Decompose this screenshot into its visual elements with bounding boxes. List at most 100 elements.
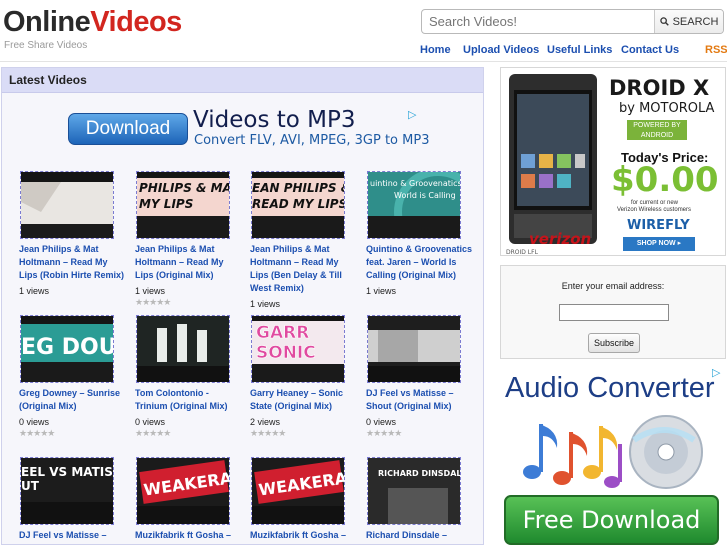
videos-to-mp3-ad[interactable]: Download Videos to MP3 Convert FLV, AVI,…: [68, 107, 429, 158]
subscribe-button[interactable]: Subscribe: [588, 333, 640, 353]
logo-part-online: Online: [3, 6, 91, 38]
video-title[interactable]: DJ Feel vs Matisse – Shout (Cosy Remix): [19, 529, 125, 544]
email-field[interactable]: [559, 304, 669, 321]
svg-text:SONIC: SONIC: [256, 343, 316, 363]
video-thumbnail[interactable]: EG DOU: [20, 315, 114, 383]
latest-videos-panel: Latest Videos Download Videos to MP3 Con…: [1, 67, 484, 545]
panel-heading: Latest Videos: [2, 68, 483, 93]
nav-rss[interactable]: RSS: [705, 44, 727, 56]
video-thumbnail[interactable]: WEAKERA: [136, 457, 230, 525]
site-logo[interactable]: OnlineVideos: [3, 6, 182, 39]
fine-print-1: for current or new: [631, 200, 679, 206]
site-header: OnlineVideos Free Share Videos SEARCH Ho…: [0, 0, 727, 62]
video-thumbnail[interactable]: EAN PHILIPS & READ MY LIPS: [251, 171, 345, 239]
video-title[interactable]: Garry Heaney – Sonic State (Original Mix…: [250, 387, 356, 413]
search-input[interactable]: [429, 14, 649, 29]
verizon-logo: verizon: [529, 230, 592, 248]
video-card[interactable]: PHILIPS & MAT MY LIPS Jean Philips & Mat …: [135, 171, 245, 308]
video-title[interactable]: Richard Dinsdale – Shake Her (Original M…: [366, 529, 472, 544]
video-title[interactable]: DJ Feel vs Matisse – Shout (Original Mix…: [366, 387, 472, 413]
email-label: Enter your email address:: [561, 281, 665, 291]
nav-upload-videos[interactable]: Upload Videos: [463, 44, 539, 56]
ad-title: Audio Converter: [505, 372, 715, 404]
fine-print-2: Verizon Wireless customers: [617, 207, 692, 213]
ad-model-label: DROID LFL: [506, 249, 539, 256]
nav-home[interactable]: Home: [420, 44, 451, 56]
svg-text:EG DOU: EG DOU: [21, 335, 114, 360]
video-thumbnail[interactable]: uintino & Groovenatics World is Calling: [367, 171, 461, 239]
video-card[interactable]: EG DOU Greg Downey – Sunrise (Original M…: [19, 315, 129, 439]
rating-stars[interactable]: ★★★★★: [135, 297, 245, 308]
video-card[interactable]: uintino & Groovenatics World is Calling Q…: [366, 171, 476, 296]
powered-badge: POWERED BY ANDROID: [627, 120, 687, 140]
svg-text:UT: UT: [21, 479, 40, 493]
svg-text:EEL VS MATISSE: EEL VS MATISSE: [21, 465, 114, 479]
video-thumbnail[interactable]: WEAKERA: [251, 457, 345, 525]
shop-now-button[interactable]: SHOP NOW ▸: [623, 237, 695, 251]
video-thumbnail[interactable]: [20, 171, 114, 239]
view-count: 0 views: [366, 417, 397, 427]
wirefly-logo: WIREFLY: [627, 218, 690, 233]
video-title[interactable]: Jean Philips & Mat Holtmann – Read My Li…: [250, 243, 356, 295]
rating-stars[interactable]: ★★★★★: [19, 428, 129, 439]
rating-stars[interactable]: ★★★★★: [366, 428, 476, 439]
video-card[interactable]: GARR SONIC Garry Heaney – Sonic State (Or…: [250, 315, 360, 439]
ad-brand: DROID X: [609, 76, 710, 100]
nav-useful-links[interactable]: Useful Links: [547, 44, 612, 56]
svg-text:GARR: GARR: [256, 323, 309, 343]
rating-stars[interactable]: ★★★★★: [250, 428, 360, 439]
video-title[interactable]: Muzikfabrik ft Gosha – Volt (Dub Mix): [250, 529, 356, 544]
video-thumbnail[interactable]: EEL VS MATISSEUT: [20, 457, 114, 525]
video-card[interactable]: WEAKERA Muzikfabrik ft Gosha – Volt (Ori…: [135, 457, 245, 544]
adchoices-icon[interactable]: ▷: [408, 108, 416, 121]
video-title[interactable]: Greg Downey – Sunrise (Original Mix): [19, 387, 125, 413]
video-card[interactable]: EEL VS MATISSEUT DJ Feel vs Matisse – Sh…: [19, 457, 129, 544]
video-title[interactable]: Muzikfabrik ft Gosha – Volt (Original Mi…: [135, 529, 241, 544]
search-button-label: SEARCH: [672, 15, 719, 28]
svg-text:PHILIPS & MAT: PHILIPS & MAT: [139, 181, 230, 195]
video-card[interactable]: Tom Colontonio - Trinium (Original Mix) …: [135, 315, 245, 439]
video-card[interactable]: Jean Philips & Mat Holtmann – Read My Li…: [19, 171, 129, 296]
video-card[interactable]: EAN PHILIPS & READ MY LIPS Jean Philips &…: [250, 171, 360, 309]
view-count: 0 views: [135, 417, 166, 427]
video-card[interactable]: WEAKERA Muzikfabrik ft Gosha – Volt (Dub…: [250, 457, 360, 544]
video-thumbnail[interactable]: [136, 315, 230, 383]
video-card[interactable]: RICHARD DINSDALE Richard Dinsdale – Shak…: [366, 457, 476, 544]
view-count: 2 views: [250, 417, 281, 427]
free-download-button[interactable]: Free Download: [504, 495, 719, 545]
audio-converter-ad[interactable]: Audio Converter ▷ Free Download: [500, 366, 726, 545]
video-title[interactable]: Jean Philips & Mat Holtmann – Read My Li…: [135, 243, 241, 282]
video-thumbnail[interactable]: [367, 315, 461, 383]
view-count: 1 views: [366, 286, 397, 296]
adchoices-icon[interactable]: ▷: [712, 366, 720, 379]
svg-text:EAN PHILIPS &: EAN PHILIPS &: [252, 181, 345, 195]
logo-part-videos: Videos: [90, 6, 182, 38]
video-thumbnail[interactable]: RICHARD DINSDALE: [367, 457, 461, 525]
newsletter-box: Enter your email address: Subscribe: [500, 265, 726, 359]
music-notes-illustration: [523, 415, 703, 489]
ad-download-button[interactable]: Download: [68, 113, 188, 145]
view-count: 1 views: [19, 286, 50, 296]
magnifier-icon: [659, 17, 669, 26]
svg-text:uintino & Groovenatics: uintino & Groovenatics: [370, 179, 461, 188]
search-button[interactable]: SEARCH: [654, 10, 723, 33]
droid-x-ad[interactable]: DROID LFL DROID X by MOTOROLA POWERED BY…: [500, 67, 726, 256]
site-tagline: Free Share Videos: [4, 40, 88, 51]
rating-stars[interactable]: ★★★★★: [135, 428, 245, 439]
video-thumbnail[interactable]: PHILIPS & MAT MY LIPS: [136, 171, 230, 239]
nav-contact-us[interactable]: Contact Us: [621, 44, 679, 56]
ad-subtitle: Convert FLV, AVI, MPEG, 3GP to MP3: [194, 133, 430, 148]
video-title[interactable]: Tom Colontonio - Trinium (Original Mix): [135, 387, 241, 413]
svg-text:World is Calling: World is Calling: [394, 191, 456, 200]
price-value: $0.00: [611, 160, 719, 200]
video-thumbnail[interactable]: GARR SONIC: [251, 315, 345, 383]
view-count: 1 views: [135, 286, 166, 296]
video-title[interactable]: Quintino & Groovenatics feat. Jaren – Wo…: [366, 243, 472, 282]
video-title[interactable]: Jean Philips & Mat Holtmann – Read My Li…: [19, 243, 125, 282]
svg-text:READ MY LIPS: READ MY LIPS: [252, 197, 345, 211]
view-count: 0 views: [19, 417, 50, 427]
ad-title: Videos to MP3: [193, 107, 356, 133]
svg-text:RICHARD DINSDALE: RICHARD DINSDALE: [378, 469, 461, 478]
video-card[interactable]: DJ Feel vs Matisse – Shout (Original Mix…: [366, 315, 476, 439]
ad-by-line: by MOTOROLA: [619, 101, 715, 116]
